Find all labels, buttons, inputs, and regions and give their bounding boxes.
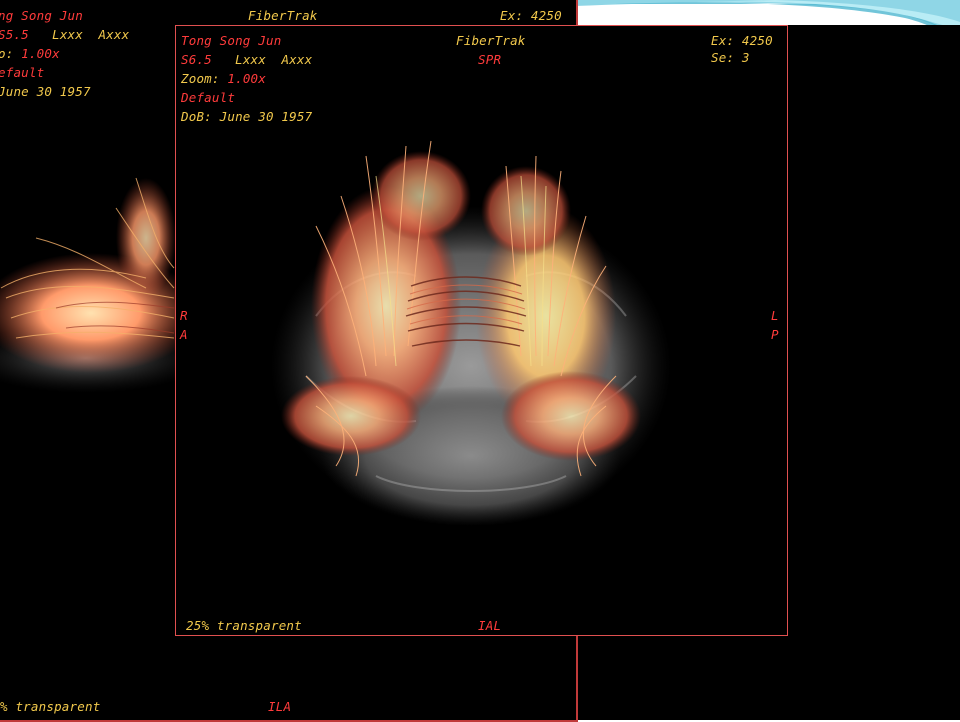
preset-label: Default [181,90,236,105]
l-label: Lxxx [52,27,83,42]
zoom-label: o: [0,46,14,61]
orientation-left-1: R [180,308,188,323]
orientation-right: L P [771,306,779,344]
zoom-value: 1.00x [227,71,267,86]
orientation-right-2: P [771,327,779,342]
orientation-bottom: IAL [478,618,502,633]
patient-info-block-back: ng Song Jun S5.5 Lxxx Axxx o: 1.00x efau… [0,6,129,101]
app-title: FiberTrak [248,8,318,23]
dob-label: June 30 1957 [0,84,91,99]
series-label: S6.5 [181,52,212,67]
l-label: Lxxx [235,52,266,67]
dob-label: DoB: June 30 1957 [181,109,313,124]
orientation-left: R A [180,306,188,344]
a-label: Axxx [281,52,313,67]
a-label: Axxx [98,27,130,42]
exam-label: Ex: 4250 [500,8,562,23]
orientation-top: SPR [478,52,502,67]
patient-name: ng Song Jun [0,8,83,23]
patient-info-block-front: Tong Song Jun S6.5 Lxxx Axxx Zoom: 1.00x… [181,31,312,126]
orientation-left-2: A [180,327,188,342]
series-label: S5.5 [0,27,29,42]
patient-name: Tong Song Jun [181,33,282,48]
orientation-right-1: L [771,308,779,323]
preset-label: efault [0,65,45,80]
transparency-label: 25% transparent [186,618,302,633]
zoom-value: 1.00x [21,46,60,61]
zoom-label: Zoom: [181,71,220,86]
viewport-front[interactable]: Tong Song Jun S6.5 Lxxx Axxx Zoom: 1.00x… [175,25,788,636]
app-title: FiberTrak [456,33,526,48]
orientation-bottom: ILA [268,699,292,714]
transparency-label: % transparent [0,699,101,714]
series-number: Se: 3 [711,50,750,65]
